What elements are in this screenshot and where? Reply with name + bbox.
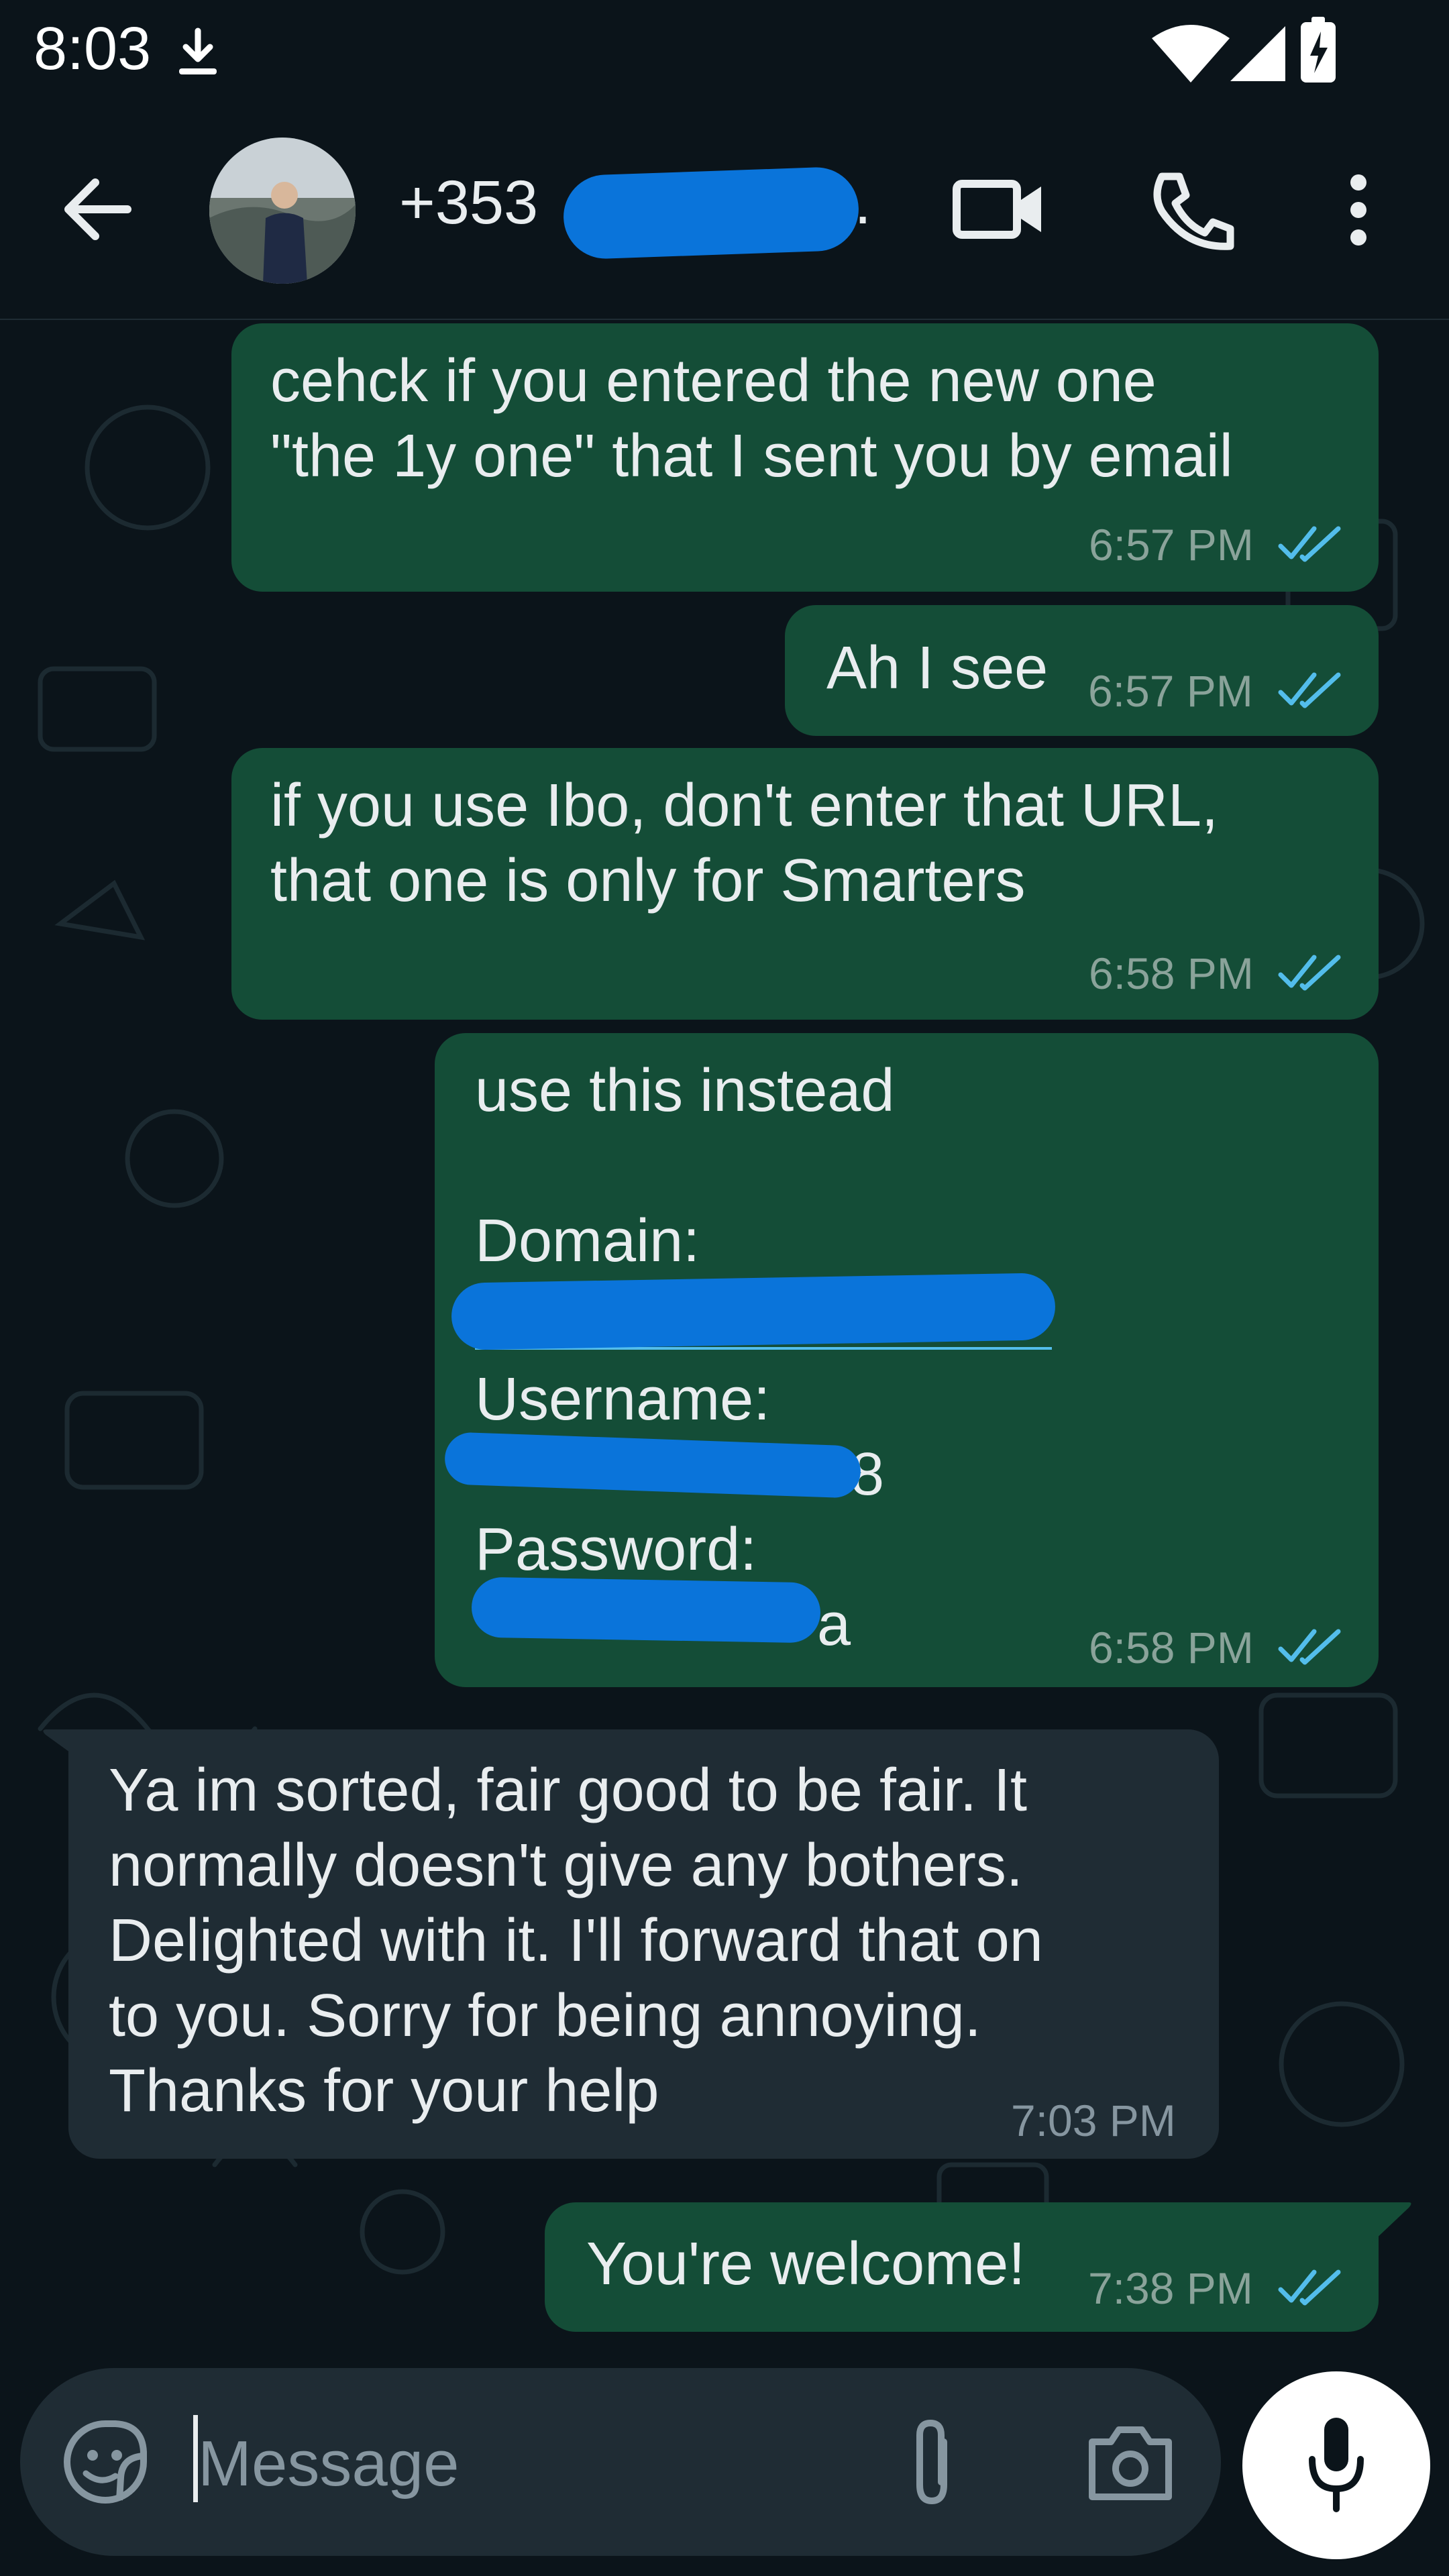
contact-avatar[interactable] [209,138,356,284]
message-time: 7:38 PM [1088,2263,1253,2313]
message-time: 6:58 PM [1089,1623,1254,1672]
status-bar: 8:03 [0,0,1449,101]
read-ticks-icon [1278,672,1341,708]
message-bubble-outgoing[interactable]: cehck if you entered the new one "the 1y… [231,323,1379,592]
redaction-mark [561,166,861,260]
message-bubble-outgoing[interactable]: You're welcome! 7:38 PM [545,2202,1379,2332]
status-time: 8:03 [34,15,152,83]
sticker-emoji-icon[interactable] [62,2418,149,2506]
message-bubble-outgoing[interactable]: use this instead Domain: Username: 8 Pas… [435,1033,1379,1687]
message-bubble-outgoing[interactable]: Ah I see 6:57 PM [785,605,1379,736]
message-time: 6:58 PM [1089,949,1254,998]
password-label: Password: [475,1516,757,1583]
battery-charging-icon [1301,17,1336,83]
read-ticks-icon [1278,955,1341,991]
message-text: You're welcome! [586,2231,1026,2298]
back-arrow-icon[interactable] [60,176,134,243]
read-ticks-icon [1278,526,1341,562]
message-text: Ya im sorted, fair good to be fair. It n… [109,1757,1043,2125]
bubble-tail [1372,2202,1411,2243]
message-text: use this instead Domain: [475,1057,895,1275]
redaction-mark [471,1576,821,1644]
voice-message-button[interactable] [1242,2371,1430,2559]
camera-icon[interactable] [1087,2422,1174,2502]
message-text: cehck if you entered the new one "the 1y… [270,347,1233,490]
message-time: 6:57 PM [1089,520,1254,570]
message-text: Ah I see [826,635,1049,702]
phone-call-icon[interactable] [1147,171,1234,252]
download-icon [179,28,217,74]
read-ticks-icon [1278,2269,1341,2306]
message-time: 7:03 PM [1011,2096,1176,2145]
wifi-icon [1152,25,1230,83]
username-label: Username: [475,1366,771,1433]
message-time: 6:57 PM [1088,666,1253,716]
text-caret [193,2415,198,2502]
video-call-icon[interactable] [953,176,1046,243]
more-options-icon[interactable] [1342,173,1375,247]
redaction-mark [451,1273,1056,1350]
signal-icon [1230,26,1285,81]
password-value-tail: a [817,1591,851,1658]
redaction-mark [443,1432,862,1499]
message-bubble-incoming[interactable]: Ya im sorted, fair good to be fair. It n… [68,1729,1219,2159]
message-bubble-outgoing[interactable]: if you use Ibo, don't enter that URL, th… [231,748,1379,1020]
microphone-icon [1309,2418,1364,2512]
read-ticks-icon [1278,1629,1341,1665]
message-input[interactable]: Message [198,2427,460,2501]
message-text: if you use Ibo, don't enter that URL, th… [270,772,1219,914]
attach-icon[interactable] [902,2415,963,2509]
